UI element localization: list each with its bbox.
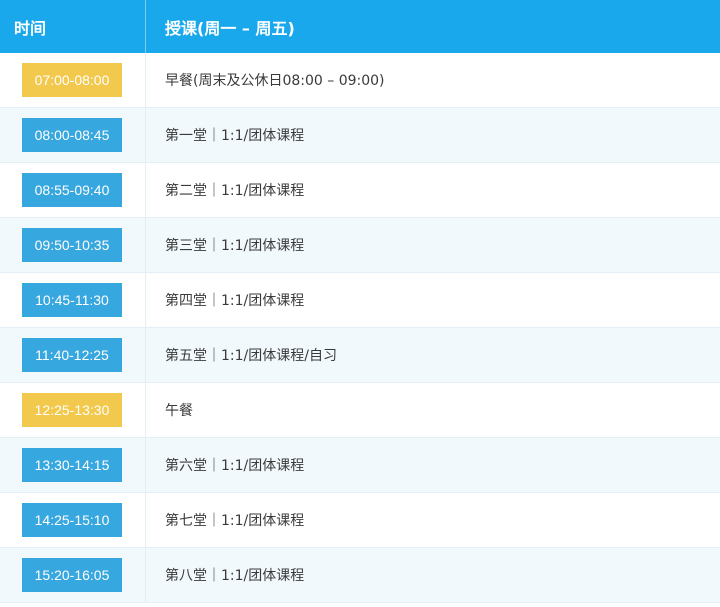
- time-cell: 09:50-10:35: [0, 218, 146, 272]
- time-badge: 11:40-12:25: [22, 338, 122, 372]
- course-cell: 第七堂｜1:1/团体课程: [165, 513, 305, 529]
- time-cell: 13:30-14:15: [0, 438, 146, 492]
- course-cell: 第二堂｜1:1/团体课程: [165, 183, 305, 199]
- course-cell: 第五堂｜1:1/团体课程/自习: [165, 348, 337, 364]
- time-badge: 10:45-11:30: [22, 283, 122, 317]
- time-cell: 12:25-13:30: [0, 383, 146, 437]
- course-column-header: 授课(周一 – 周五): [165, 18, 295, 38]
- course-cell: 第八堂｜1:1/团体课程: [165, 568, 305, 584]
- table-row: 07:00-08:00 早餐(周末及公休日08:00 – 09:00): [0, 53, 720, 108]
- table-row: 11:40-12:25 第五堂｜1:1/团体课程/自习: [0, 328, 720, 383]
- time-cell: 14:25-15:10: [0, 493, 146, 547]
- time-cell: 07:00-08:00: [0, 53, 146, 107]
- time-badge: 09:50-10:35: [22, 228, 122, 262]
- time-cell: 08:55-09:40: [0, 163, 146, 217]
- course-cell: 第四堂｜1:1/团体课程: [165, 293, 305, 309]
- time-badge: 15:20-16:05: [22, 558, 122, 592]
- time-badge: 12:25-13:30: [22, 393, 122, 427]
- time-badge: 08:55-09:40: [22, 173, 122, 207]
- course-cell: 第一堂｜1:1/团体课程: [165, 128, 305, 144]
- table-row: 10:45-11:30 第四堂｜1:1/团体课程: [0, 273, 720, 328]
- table-row: 14:25-15:10 第七堂｜1:1/团体课程: [0, 493, 720, 548]
- table-row: 08:00-08:45 第一堂｜1:1/团体课程: [0, 108, 720, 163]
- course-cell: 早餐(周末及公休日08:00 – 09:00): [165, 73, 385, 89]
- table-header: 时间 授课(周一 – 周五): [0, 0, 720, 53]
- table-row: 13:30-14:15 第六堂｜1:1/团体课程: [0, 438, 720, 493]
- table-row: 12:25-13:30 午餐: [0, 383, 720, 438]
- time-cell: 15:20-16:05: [0, 548, 146, 602]
- table-row: 09:50-10:35 第三堂｜1:1/团体课程: [0, 218, 720, 273]
- time-badge: 13:30-14:15: [22, 448, 122, 482]
- time-cell: 10:45-11:30: [0, 273, 146, 327]
- time-badge: 14:25-15:10: [22, 503, 122, 537]
- table-row: 15:20-16:05 第八堂｜1:1/团体课程: [0, 548, 720, 603]
- time-badge: 07:00-08:00: [22, 63, 122, 97]
- schedule-table: 时间 授课(周一 – 周五) 07:00-08:00 早餐(周末及公休日08:0…: [0, 0, 720, 607]
- table-row: 08:55-09:40 第二堂｜1:1/团体课程: [0, 163, 720, 218]
- time-cell: 08:00-08:45: [0, 108, 146, 162]
- time-column-header: 时间: [0, 0, 146, 53]
- course-cell: 第三堂｜1:1/团体课程: [165, 238, 305, 254]
- course-cell: 午餐: [165, 403, 193, 419]
- time-cell: 11:40-12:25: [0, 328, 146, 382]
- time-badge: 08:00-08:45: [22, 118, 122, 152]
- course-cell: 第六堂｜1:1/团体课程: [165, 458, 305, 474]
